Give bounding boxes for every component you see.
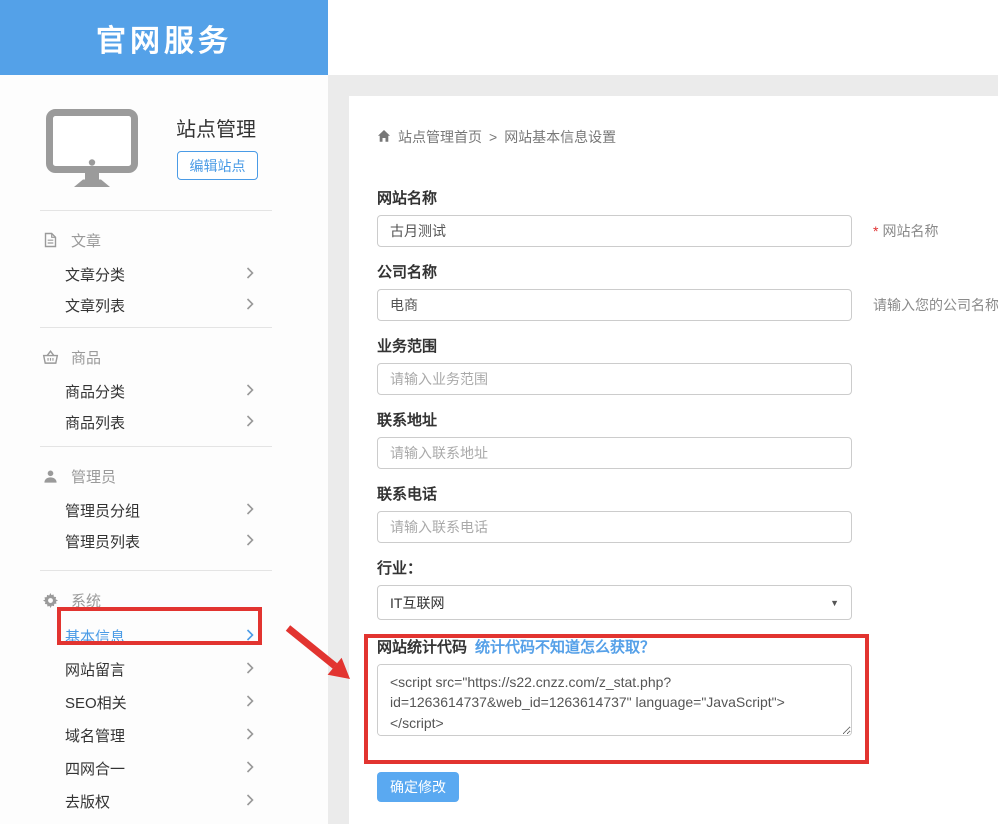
contact-phone-label: 联系电话 — [377, 486, 852, 504]
divider — [40, 327, 272, 328]
sidebar-item-seo[interactable]: SEO相关 — [0, 686, 328, 719]
sidebar-item-label: 商品列表 — [65, 412, 125, 433]
chevron-right-icon — [246, 760, 254, 777]
field-website-name: 网站名称 *网站名称 — [377, 190, 852, 247]
field-contact-address: 联系地址 — [377, 412, 852, 469]
divider — [40, 570, 272, 571]
basic-info-form: 网站名称 *网站名称 公司名称 请输入您的公司名称 业务范围 联系地址 — [377, 190, 998, 802]
company-name-input[interactable] — [377, 289, 852, 321]
sidebar-item-four-in-one[interactable]: 四网合一 — [0, 752, 328, 785]
site-profile: 站点管理 编辑站点 — [0, 75, 328, 210]
company-name-hint: 请输入您的公司名称 — [873, 295, 998, 315]
sidebar-item-product-category[interactable]: 商品分类 — [0, 376, 328, 407]
stats-code-textarea[interactable]: <script src="https://s22.cnzz.com/z_stat… — [377, 664, 852, 736]
breadcrumb-current: 网站基本信息设置 — [504, 127, 616, 147]
stats-code-section: 网站统计代码 统计代码不知道怎么获取？ <script src="https:/… — [377, 637, 998, 736]
sidebar-item-label: 商品分类 — [65, 381, 125, 402]
sidebar-section-label: 商品 — [71, 347, 101, 368]
field-company-name: 公司名称 请输入您的公司名称 — [377, 264, 852, 321]
sidebar-section-label: 文章 — [71, 230, 101, 251]
chevron-right-icon — [246, 266, 254, 283]
sidebar-item-label: 网站留言 — [65, 659, 125, 680]
field-business-scope: 业务范围 — [377, 338, 852, 395]
app-title: 官网服务 — [96, 16, 232, 60]
website-name-label: 网站名称 — [377, 190, 852, 208]
home-icon — [377, 129, 391, 146]
sidebar-item-label: 域名管理 — [65, 725, 125, 746]
basket-icon — [42, 349, 59, 365]
breadcrumb-separator: > — [489, 129, 497, 145]
business-scope-input[interactable] — [377, 363, 852, 395]
sidebar-section-label: 系统 — [71, 590, 101, 611]
stats-code-help-link[interactable]: 统计代码不知道怎么获取？ — [475, 636, 655, 657]
sidebar-item-label: 文章列表 — [65, 295, 125, 316]
sidebar-item-admin-groups[interactable]: 管理员分组 — [0, 495, 328, 526]
document-icon — [42, 232, 59, 248]
sidebar-item-basic-info[interactable]: 基本信息 — [0, 620, 328, 653]
business-scope-label: 业务范围 — [377, 338, 852, 356]
sidebar-item-admin-list[interactable]: 管理员列表 — [0, 526, 328, 557]
chevron-right-icon — [246, 414, 254, 431]
sidebar-item-remove-copyright[interactable]: 去版权 — [0, 785, 328, 818]
chevron-right-icon — [246, 694, 254, 711]
sidebar-section-label: 管理员 — [71, 466, 116, 487]
contact-address-input[interactable] — [377, 437, 852, 469]
app-header: 官网服务 — [0, 0, 328, 75]
chevron-right-icon — [246, 502, 254, 519]
sidebar-item-label: 管理员列表 — [65, 531, 140, 552]
sidebar-item-label: 四网合一 — [65, 758, 125, 779]
chevron-right-icon — [246, 727, 254, 744]
chevron-right-icon — [246, 793, 254, 810]
main-content: 站点管理首页 > 网站基本信息设置 网站名称 *网站名称 公司名称 请输入您的公… — [349, 96, 998, 824]
field-contact-phone: 联系电话 — [377, 486, 852, 543]
sidebar: 站点管理 编辑站点 文章 文章分类 文章列表 — [0, 75, 328, 824]
sidebar-item-article-list[interactable]: 文章列表 — [0, 290, 328, 321]
confirm-modify-button[interactable]: 确定修改 — [377, 772, 459, 802]
industry-selected-value: IT互联网 — [390, 593, 444, 613]
industry-select[interactable]: IT互联网 ▼ — [377, 585, 852, 620]
sidebar-section-system: 系统 — [0, 588, 328, 612]
website-name-input[interactable] — [377, 215, 852, 247]
field-industry: 行业： IT互联网 ▼ — [377, 560, 852, 620]
site-management-title: 站点管理 — [176, 113, 256, 142]
chevron-right-icon — [246, 297, 254, 314]
sidebar-section-articles: 文章 — [0, 228, 328, 252]
sidebar-section-products: 商品 — [0, 345, 328, 369]
sidebar-item-label: SEO相关 — [65, 692, 127, 713]
user-icon — [42, 469, 59, 484]
industry-label: 行业： — [377, 560, 852, 578]
chevron-right-icon — [246, 628, 254, 645]
company-name-label: 公司名称 — [377, 264, 852, 282]
sidebar-item-label: 文章分类 — [65, 264, 125, 285]
sidebar-item-domain-management[interactable]: 域名管理 — [0, 719, 328, 752]
dropdown-arrow-icon: ▼ — [830, 598, 839, 608]
sidebar-item-label: 去版权 — [65, 791, 110, 812]
gear-icon — [42, 593, 59, 608]
edit-site-button[interactable]: 编辑站点 — [177, 151, 258, 180]
chevron-right-icon — [246, 383, 254, 400]
monitor-icon — [46, 109, 138, 194]
required-star: * — [873, 223, 878, 239]
sidebar-item-label: 管理员分组 — [65, 500, 140, 521]
divider — [40, 446, 272, 447]
sidebar-section-admins: 管理员 — [0, 464, 328, 488]
contact-phone-input[interactable] — [377, 511, 852, 543]
sidebar-item-site-messages[interactable]: 网站留言 — [0, 653, 328, 686]
website-name-hint: *网站名称 — [873, 221, 938, 241]
breadcrumb: 站点管理首页 > 网站基本信息设置 — [377, 128, 998, 146]
sidebar-item-article-category[interactable]: 文章分类 — [0, 259, 328, 290]
sidebar-item-product-list[interactable]: 商品列表 — [0, 407, 328, 438]
breadcrumb-home-link[interactable]: 站点管理首页 — [398, 127, 482, 147]
sidebar-item-label: 基本信息 — [65, 626, 125, 647]
stats-code-label: 网站统计代码 — [377, 636, 467, 657]
chevron-right-icon — [246, 661, 254, 678]
chevron-right-icon — [246, 533, 254, 550]
divider — [40, 210, 272, 211]
contact-address-label: 联系地址 — [377, 412, 852, 430]
